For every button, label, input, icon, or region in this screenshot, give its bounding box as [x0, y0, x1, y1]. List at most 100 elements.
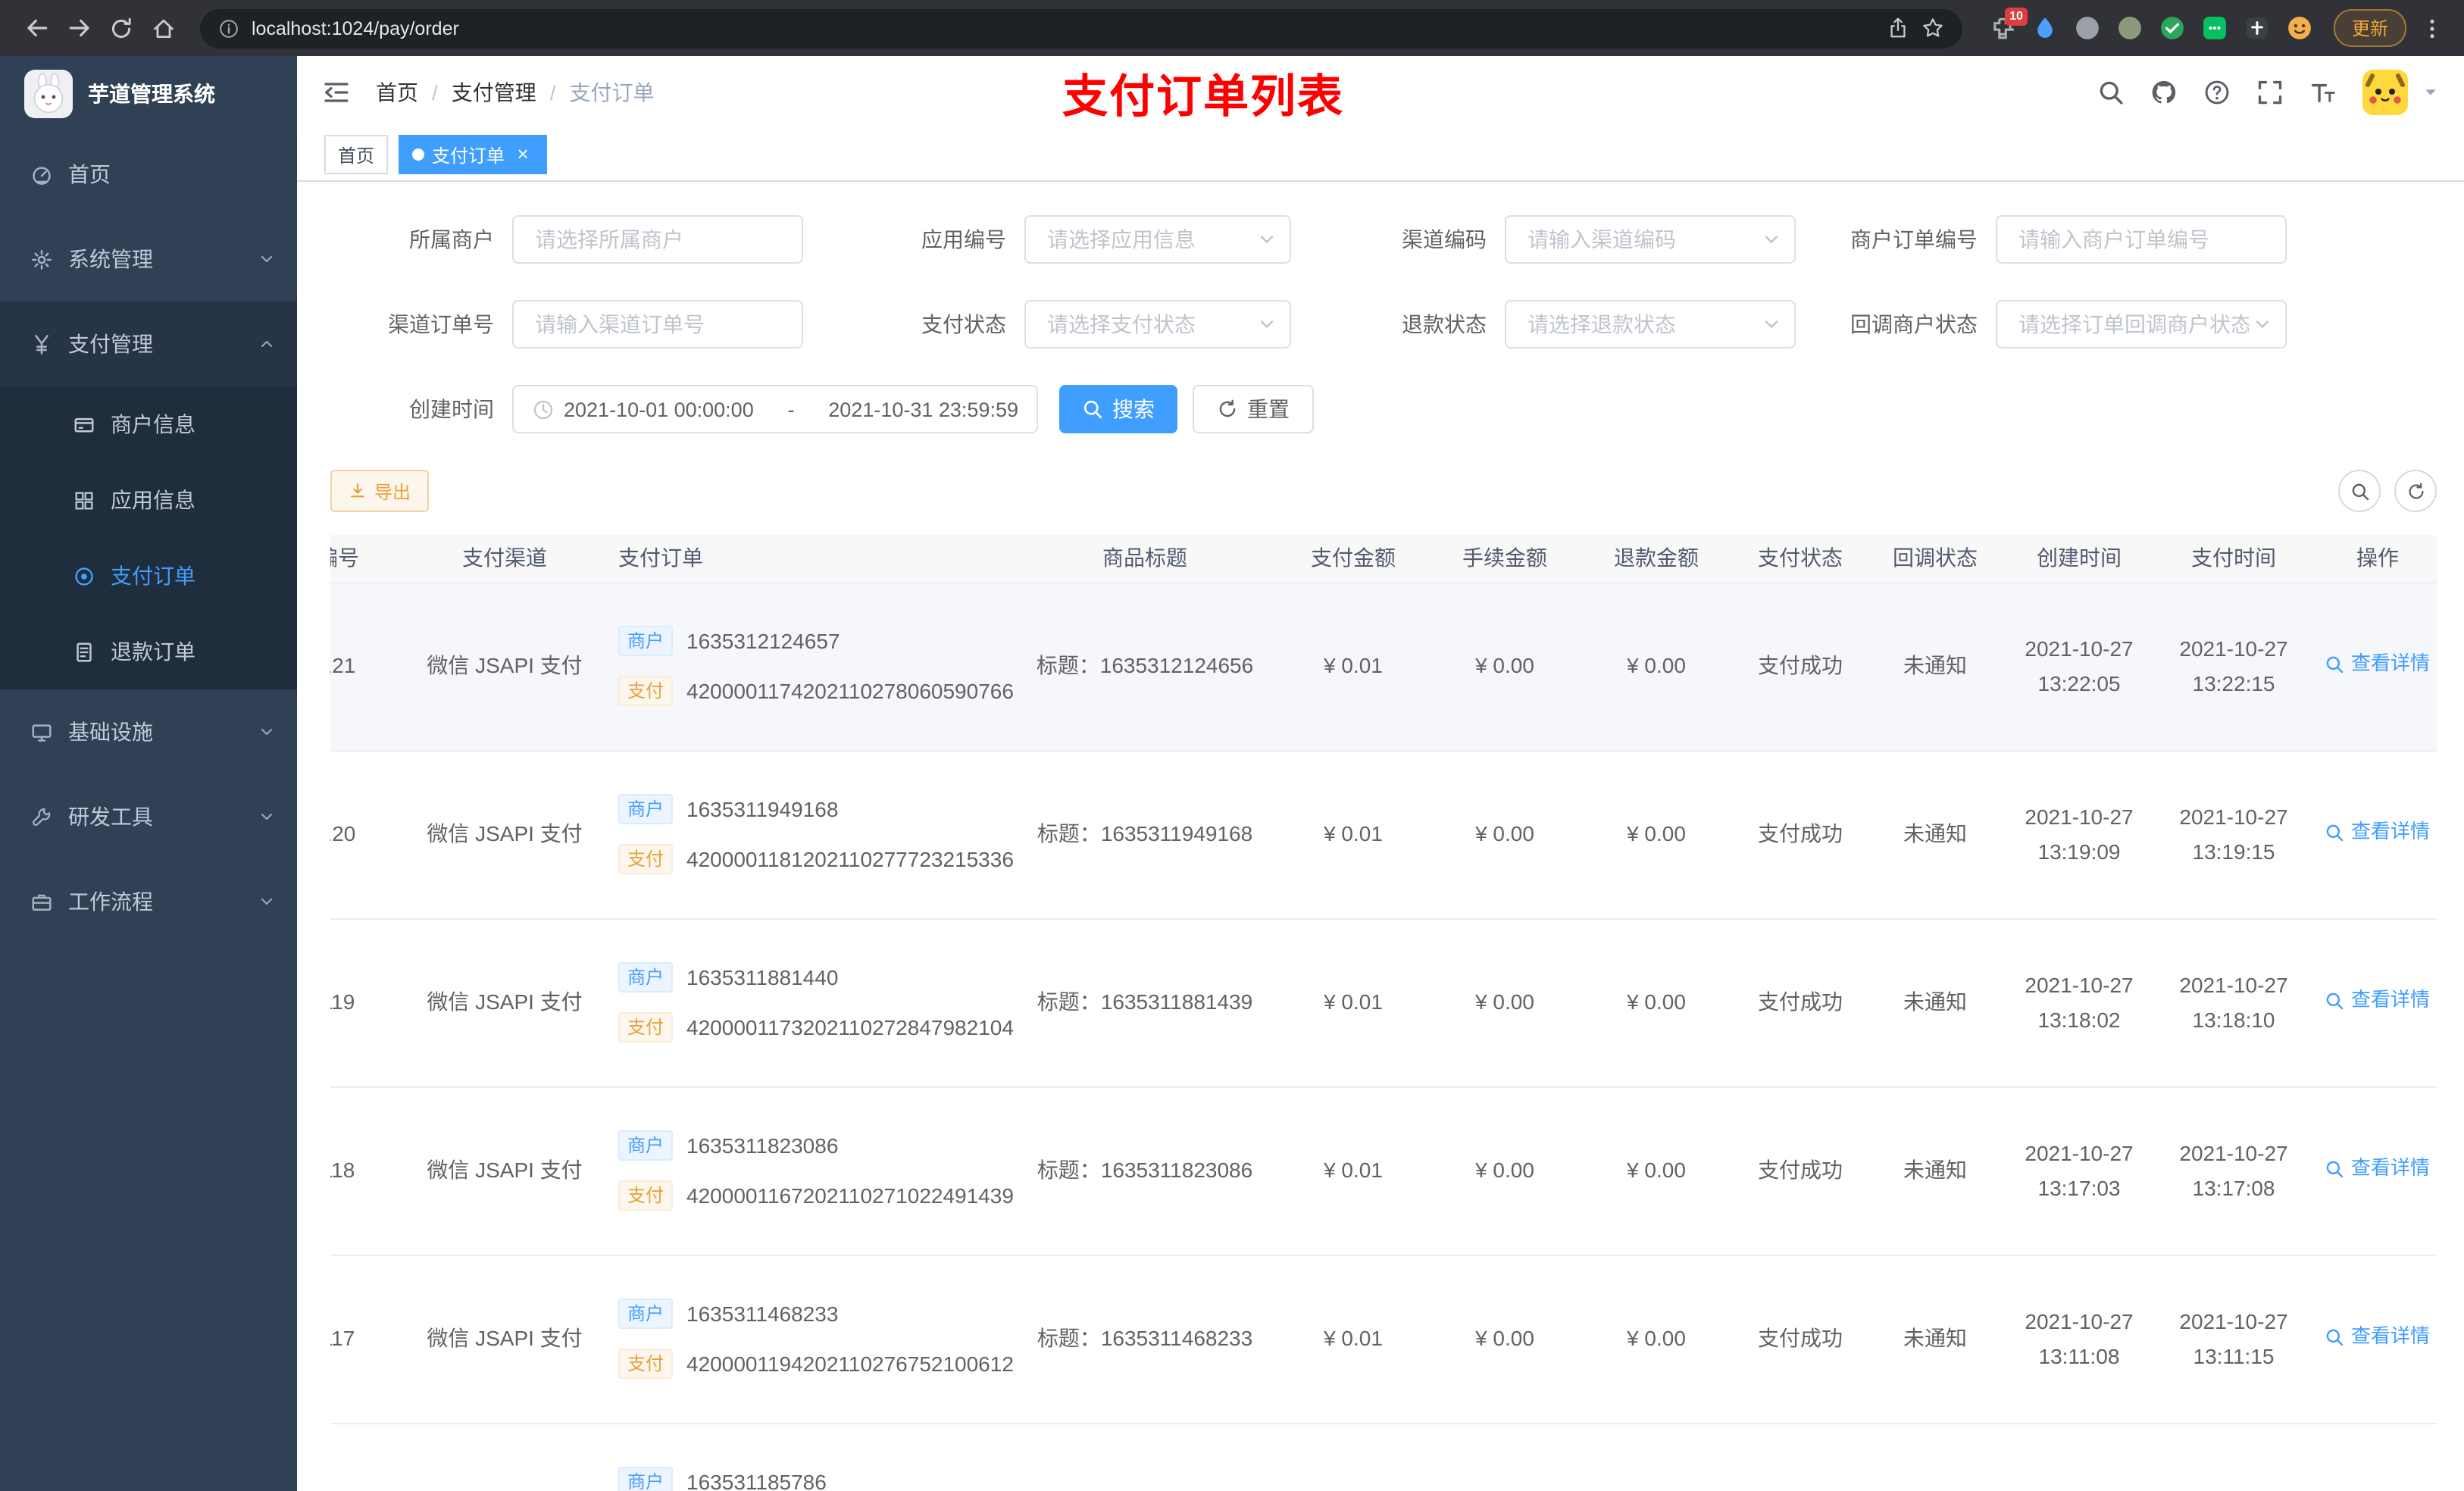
extension-pin-icon[interactable] [2244, 15, 2270, 41]
search-button[interactable]: 搜索 [1059, 385, 1177, 433]
fullscreen-icon[interactable] [2256, 79, 2284, 106]
bookmark-star-icon[interactable] [1921, 17, 1944, 39]
drop-icon [2032, 15, 2058, 41]
avatar-caret-icon[interactable] [2422, 83, 2440, 102]
filter-cell: 退款状态 [1291, 300, 1796, 349]
cell-action: 查看详情 [2311, 1255, 2437, 1424]
cell-pay-status: 支付成功 [1732, 582, 1868, 751]
view-tab[interactable]: 首页 [324, 135, 389, 174]
view-detail-link[interactable]: 查看详情 [2325, 1321, 2430, 1353]
extension-circle2-icon[interactable] [2117, 15, 2143, 41]
cell-title: 标题：1635311949168 [1012, 750, 1277, 919]
date-separator: - [787, 398, 795, 420]
browser-update-button[interactable]: 更新 [2333, 9, 2406, 47]
breadcrumb-item[interactable]: 支付管理 [452, 77, 536, 108]
filter-merchant-order-no-input[interactable] [2015, 226, 2273, 253]
filter-merchant-field[interactable] [512, 215, 803, 264]
sidebar-submenu-item[interactable]: 退款订单 [0, 614, 297, 689]
merchant-tag: 商户 [618, 1130, 674, 1161]
app-logo[interactable]: 芋道管理系统 [0, 56, 297, 132]
extension-drop-icon[interactable] [2032, 15, 2058, 41]
toggle-search-button[interactable] [2338, 470, 2381, 512]
merchant-tag: 商户 [618, 1467, 674, 1491]
extensions-area: 10 [1990, 8, 2312, 41]
share-icon[interactable] [1887, 17, 1909, 39]
reset-button[interactable]: 重置 [1193, 385, 1314, 433]
view-detail-link[interactable]: 查看详情 [2325, 1153, 2430, 1185]
export-button[interactable]: 导出 [330, 470, 430, 512]
browser-menu-icon[interactable] [2416, 16, 2449, 40]
extension-circle-icon[interactable] [2075, 15, 2100, 41]
home-button[interactable] [142, 8, 185, 48]
refresh-table-button[interactable] [2394, 470, 2437, 512]
sidebar-submenu-item[interactable]: 商户信息 [0, 386, 297, 462]
back-button[interactable] [15, 8, 58, 48]
filter-notify-status-input[interactable] [2015, 311, 2252, 338]
sidebar-toggle-icon[interactable] [321, 77, 352, 108]
refresh-icon [2406, 481, 2425, 501]
sidebar-submenu-item[interactable]: 支付订单 [0, 538, 297, 614]
filter-app-no-input[interactable] [1044, 226, 1256, 253]
cell-action: 查看详情 [2311, 582, 2437, 751]
breadcrumb-item[interactable]: 首页 [376, 77, 418, 108]
cell-fee: ¥ 0.00 [1429, 1255, 1581, 1424]
chevron-down-icon [1256, 314, 1277, 335]
filter-channel-order-no-field[interactable] [512, 300, 803, 349]
filter-refund-status-input[interactable] [1524, 311, 1761, 338]
extension-puzzle-icon[interactable]: 10 [1990, 8, 2028, 41]
sidebar-menu-item[interactable]: 首页 [0, 132, 297, 217]
pay-tag: 支付 [618, 844, 674, 874]
font-size-icon[interactable] [2309, 79, 2337, 106]
cell-create-time: 2021-10-27 13:18:02 [2002, 918, 2156, 1087]
filter-pay-status-input[interactable] [1044, 311, 1256, 338]
pay-order-no: 4200001174202110278060590766 [686, 678, 1014, 703]
briefcase-icon [30, 890, 53, 913]
address-bar[interactable]: localhost:1024/pay/order [200, 8, 1962, 48]
pay-tag: 支付 [618, 1180, 674, 1211]
sidebar-submenu-item[interactable]: 应用信息 [0, 462, 297, 538]
sidebar: 芋道管理系统 首页 系统管理 支付管理 商户信息 应用信息 支付订单 退款订单 … [0, 56, 297, 1491]
header-search-icon[interactable] [2097, 79, 2125, 106]
github-icon[interactable] [2150, 79, 2178, 106]
cell-fee: ¥ 0.00 [1429, 918, 1581, 1087]
cell-pay-order: 商户 1635311881440 支付 42000011732021102728… [603, 918, 1014, 1087]
filter-app-no-field[interactable] [1024, 215, 1291, 264]
cell-pay-order: 商户 163531185786 支付 [603, 1423, 1012, 1491]
create-time-range-picker[interactable]: 2021-10-01 00:00:00 - 2021-10-31 23:59:5… [512, 385, 1038, 433]
filter-row-date: 创建时间 2021-10-01 00:00:00 - 2021-10-31 23… [330, 385, 2464, 433]
url-text: localhost:1024/pay/order [252, 17, 459, 39]
sidebar-menu-item[interactable]: 系统管理 [0, 217, 297, 302]
view-detail-link[interactable]: 查看详情 [2325, 649, 2430, 680]
cell-id: 120 [330, 750, 406, 919]
view-tab[interactable]: 支付订单 × [399, 135, 548, 174]
filter-merchant-order-no-field[interactable] [1996, 215, 2287, 264]
filter-notify-status-field[interactable] [1996, 300, 2287, 349]
sidebar-menu-item[interactable]: 研发工具 [0, 774, 297, 859]
table-row: 121 微信 JSAPI 支付 商户 1635312124657 支付 4200… [330, 582, 2437, 751]
extension-check-icon[interactable] [2159, 15, 2185, 41]
view-detail-link[interactable]: 查看详情 [2325, 985, 2430, 1017]
filter-merchant-input[interactable] [532, 226, 790, 253]
extension-chat-icon[interactable] [2202, 15, 2228, 41]
extension-face-icon[interactable] [2287, 15, 2312, 41]
tab-close-icon[interactable]: × [512, 144, 533, 165]
pin-icon [2244, 15, 2270, 41]
merchant-order-no: 1635311881440 [686, 964, 839, 989]
filter-refund-status-field[interactable] [1505, 300, 1796, 349]
filter-pay-status-field[interactable] [1024, 300, 1291, 349]
reload-button[interactable] [100, 8, 142, 48]
view-detail-link[interactable]: 查看详情 [2325, 817, 2430, 849]
filter-channel-code-input[interactable] [1524, 226, 1761, 253]
user-avatar[interactable] [2362, 70, 2408, 115]
menu-item-label: 基础设施 [68, 720, 153, 744]
forward-button[interactable] [58, 8, 100, 48]
table-row: 119 微信 JSAPI 支付 商户 1635311881440 支付 4200… [330, 918, 2437, 1087]
help-icon[interactable] [2203, 79, 2231, 106]
sidebar-menu-item[interactable]: 基础设施 [0, 689, 297, 774]
sidebar-menu-item[interactable]: 支付管理 [0, 302, 297, 386]
filter-label: 退款状态 [1402, 312, 1487, 336]
filter-channel-order-no-input[interactable] [532, 311, 790, 338]
sidebar-menu-item[interactable]: 工作流程 [0, 859, 297, 944]
menu-item-label: 工作流程 [68, 889, 153, 914]
filter-channel-code-field[interactable] [1505, 215, 1796, 264]
